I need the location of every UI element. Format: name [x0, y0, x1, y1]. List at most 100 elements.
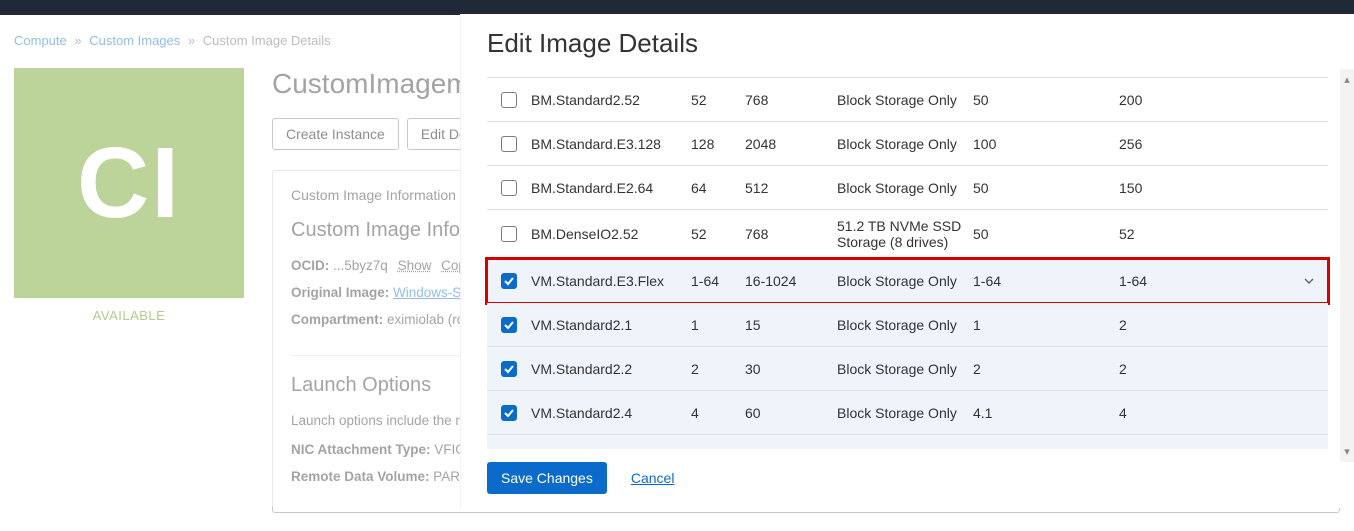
shape-ocpu: 4 [691, 405, 745, 421]
shape-memory: 768 [745, 226, 837, 242]
shape-row[interactable]: VM.Standard.E3.Flex1-6416-1024Block Stor… [487, 259, 1328, 303]
shape-storage: Block Storage Only [837, 317, 973, 333]
shape-name: VM.Standard2.2 [531, 361, 691, 377]
shape-memory: 60 [745, 405, 837, 421]
shape-storage: Block Storage Only [837, 273, 973, 289]
shape-memory: 2048 [745, 136, 837, 152]
ocid-show-link[interactable]: Show [398, 258, 432, 273]
shape-row[interactable]: BM.Standard.E3.1281282048Block Storage O… [487, 122, 1328, 166]
shape-name: BM.DenseIO2.52 [531, 226, 691, 242]
shape-col-b: 2 [1119, 361, 1297, 377]
shapes-table: BM.Standard2.5252768Block Storage Only50… [487, 77, 1328, 449]
nic-label: NIC Attachment Type: [291, 442, 431, 457]
shape-checkbox[interactable] [501, 273, 517, 289]
shape-row[interactable]: VM.Standard2.88120Block Storage Only8.28 [487, 435, 1328, 449]
shape-col-a: 100 [973, 136, 1119, 152]
compartment-label: Compartment: [291, 312, 383, 327]
shape-storage: Block Storage Only [837, 92, 973, 108]
status-badge: AVAILABLE [93, 308, 166, 323]
modal-body[interactable]: BM.Standard2.5252768Block Storage Only50… [461, 77, 1354, 449]
shape-col-a: 1-64 [973, 273, 1119, 289]
shape-col-b: 2 [1119, 317, 1297, 333]
shape-name: VM.Standard2.1 [531, 317, 691, 333]
modal-title: Edit Image Details [461, 14, 1354, 77]
image-tile: CI [14, 68, 244, 298]
shape-ocpu: 1 [691, 317, 745, 333]
shape-row[interactable]: VM.Standard2.4460Block Storage Only4.14 [487, 391, 1328, 435]
shape-col-a: 4.1 [973, 405, 1119, 421]
shape-storage: Block Storage Only [837, 136, 973, 152]
breadcrumb-sep-icon: » [188, 33, 195, 48]
ocid-label: OCID: [291, 258, 329, 273]
scroll-thumb[interactable] [1343, 90, 1351, 441]
shape-ocpu: 128 [691, 136, 745, 152]
edit-image-modal: Edit Image Details BM.Standard2.5252768B… [460, 14, 1354, 508]
breadcrumb-sep-icon: » [74, 33, 81, 48]
breadcrumb-custom-images[interactable]: Custom Images [89, 33, 180, 48]
shape-storage: Block Storage Only [837, 449, 973, 450]
shape-ocpu: 64 [691, 180, 745, 196]
shape-col-b: 52 [1119, 226, 1297, 242]
shape-col-a: 50 [973, 180, 1119, 196]
shape-ocpu: 52 [691, 92, 745, 108]
shape-memory: 16-1024 [745, 273, 837, 289]
breadcrumb-compute[interactable]: Compute [14, 33, 67, 48]
shape-col-b: 1-64 [1119, 273, 1297, 289]
shape-memory: 30 [745, 361, 837, 377]
breadcrumb-current: Custom Image Details [203, 33, 331, 48]
shape-name: VM.Standard2.8 [531, 449, 691, 450]
shape-name: BM.Standard.E3.128 [531, 136, 691, 152]
cancel-button[interactable]: Cancel [631, 470, 675, 486]
shape-col-b: 150 [1119, 180, 1297, 196]
scroll-up-icon[interactable]: ▴ [1344, 69, 1350, 90]
shape-ocpu: 2 [691, 361, 745, 377]
modal-scrollbar[interactable]: ▴ ▾ [1340, 69, 1354, 462]
shape-col-b: 256 [1119, 136, 1297, 152]
image-preview-column: CI AVAILABLE [14, 68, 244, 513]
shape-row[interactable]: VM.Standard2.1115Block Storage Only12 [487, 303, 1328, 347]
shape-checkbox[interactable] [501, 226, 517, 242]
shape-row[interactable]: VM.Standard2.2230Block Storage Only22 [487, 347, 1328, 391]
shape-name: BM.Standard2.52 [531, 92, 691, 108]
shape-checkbox[interactable] [501, 361, 517, 377]
shape-storage: Block Storage Only [837, 180, 973, 196]
shape-memory: 768 [745, 92, 837, 108]
shape-col-b: 200 [1119, 92, 1297, 108]
shape-col-b: 4 [1119, 405, 1297, 421]
modal-footer: Save Changes Cancel [461, 449, 1354, 508]
shape-col-a: 1 [973, 317, 1119, 333]
shape-row[interactable]: BM.Standard2.5252768Block Storage Only50… [487, 78, 1328, 122]
shape-name: VM.Standard.E3.Flex [531, 273, 691, 289]
shape-name: VM.Standard2.4 [531, 405, 691, 421]
shape-storage: 51.2 TB NVMe SSD Storage (8 drives) [837, 218, 973, 250]
save-changes-button[interactable]: Save Changes [487, 462, 607, 494]
shape-ocpu: 8 [691, 449, 745, 450]
shape-checkbox[interactable] [501, 136, 517, 152]
chevron-down-icon[interactable] [1297, 275, 1321, 287]
shape-checkbox[interactable] [501, 317, 517, 333]
shape-row[interactable]: BM.Standard.E2.6464512Block Storage Only… [487, 166, 1328, 210]
shape-memory: 512 [745, 180, 837, 196]
shape-memory: 120 [745, 449, 837, 450]
scroll-down-icon[interactable]: ▾ [1344, 441, 1350, 462]
shape-col-a: 50 [973, 226, 1119, 242]
shape-ocpu: 1-64 [691, 273, 745, 289]
shape-ocpu: 52 [691, 226, 745, 242]
shape-checkbox[interactable] [501, 92, 517, 108]
shape-memory: 15 [745, 317, 837, 333]
top-banner [0, 0, 1354, 15]
shape-storage: Block Storage Only [837, 361, 973, 377]
shape-col-a: 50 [973, 92, 1119, 108]
shape-name: BM.Standard.E2.64 [531, 180, 691, 196]
shape-row[interactable]: BM.DenseIO2.525276851.2 TB NVMe SSD Stor… [487, 210, 1328, 259]
shape-col-a: 8.2 [973, 449, 1119, 450]
shape-storage: Block Storage Only [837, 405, 973, 421]
shape-checkbox[interactable] [501, 180, 517, 196]
create-instance-button[interactable]: Create Instance [272, 118, 399, 150]
shape-checkbox[interactable] [501, 449, 517, 450]
shape-col-a: 2 [973, 361, 1119, 377]
shape-col-b: 8 [1119, 449, 1297, 450]
ocid-value: ...5byz7q [333, 258, 388, 273]
shape-checkbox[interactable] [501, 405, 517, 421]
original-image-label: Original Image: [291, 285, 389, 300]
